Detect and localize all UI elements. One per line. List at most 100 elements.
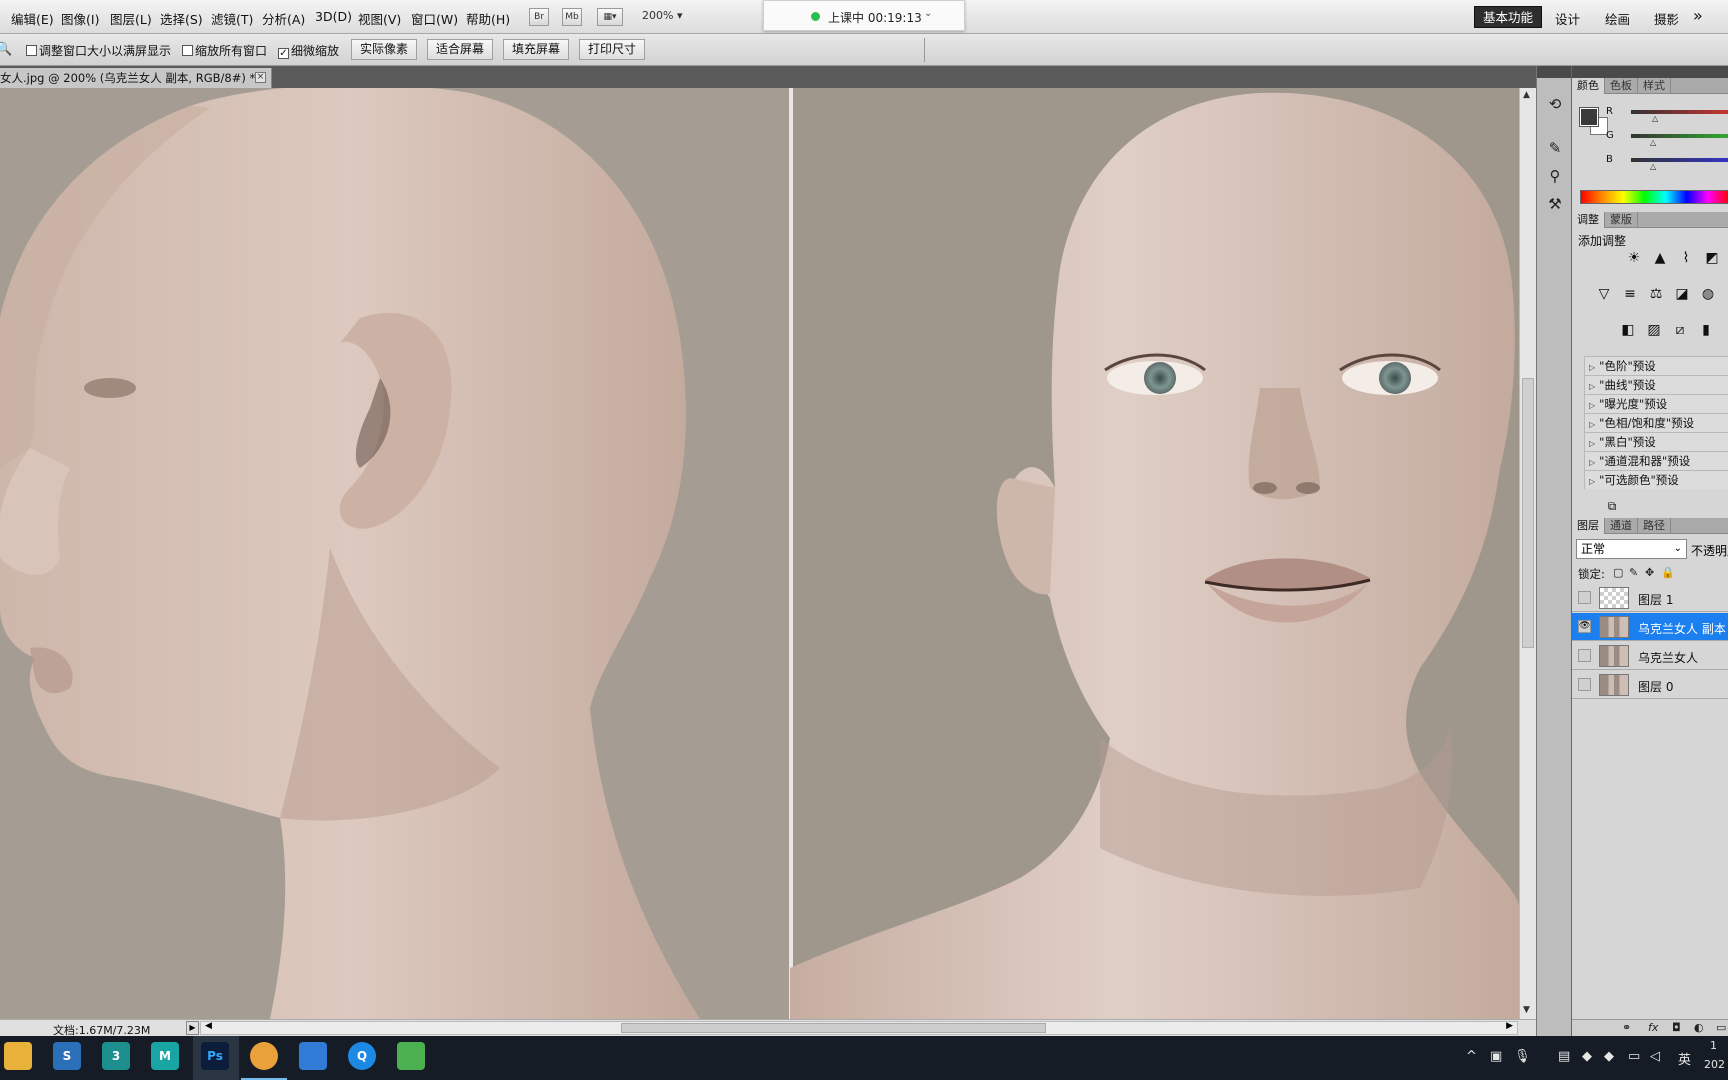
zoom-tool-icon[interactable]: 🔍 — [0, 42, 12, 57]
menu-image[interactable]: 图像(I) — [61, 9, 99, 28]
3ds-max-icon[interactable]: 3 — [102, 1042, 130, 1070]
scrubby-zoom-checkbox[interactable]: ✓ 细微缩放 — [278, 42, 339, 59]
link-layers-icon[interactable]: ⚭ — [1622, 1021, 1631, 1034]
tray-expand-icon[interactable]: ^ — [1466, 1049, 1477, 1064]
brightness-icon[interactable]: ☀ — [1624, 248, 1644, 268]
lock-position-icon[interactable]: ✥ — [1645, 566, 1654, 579]
workspace-design[interactable]: 设计 — [1555, 9, 1580, 28]
levels-icon[interactable]: ▲ — [1650, 248, 1670, 268]
history-icon[interactable]: ⟲ — [1545, 94, 1565, 114]
tray-app-icon[interactable]: ◆ — [1604, 1049, 1614, 1064]
green-slider[interactable] — [1631, 134, 1728, 138]
menu-help[interactable]: 帮助(H) — [466, 9, 510, 28]
resize-windows-checkbox[interactable]: 调整窗口大小以满屏显示 — [26, 42, 171, 59]
blue-slider[interactable] — [1631, 158, 1728, 162]
app-green-icon[interactable] — [397, 1042, 425, 1070]
workspace-photography[interactable]: 摄影 — [1654, 9, 1679, 28]
clip-to-layer-icon[interactable]: ⧉ — [1602, 496, 1622, 516]
tool-presets-icon[interactable]: ⚒ — [1545, 194, 1565, 214]
scrollbar-thumb[interactable] — [1522, 378, 1534, 648]
exposure-icon[interactable]: ◩ — [1702, 248, 1722, 268]
threshold-icon[interactable]: ⧄ — [1670, 320, 1690, 340]
actual-pixels-button[interactable]: 实际像素 — [351, 39, 417, 60]
workspace-essentials[interactable]: 基本功能 — [1474, 6, 1542, 28]
visibility-toggle[interactable] — [1578, 678, 1591, 691]
eye-icon[interactable]: 👁 — [1578, 620, 1591, 633]
preset-curves[interactable]: ▷ "曲线"预设 — [1584, 375, 1728, 394]
scroll-up-icon[interactable]: ▲ — [1523, 90, 1530, 100]
preset-levels[interactable]: ▷ "色阶"预设 — [1584, 356, 1728, 375]
scroll-right-icon[interactable]: ▶ — [1506, 1021, 1513, 1031]
fill-screen-button[interactable]: 填充屏幕 — [503, 39, 569, 60]
more-workspaces-icon[interactable]: » — [1693, 6, 1703, 25]
posterize-icon[interactable]: ▨ — [1644, 320, 1664, 340]
fit-screen-button[interactable]: 适合屏幕 — [427, 39, 493, 60]
tab-layers[interactable]: 图层 — [1572, 518, 1605, 534]
dock-collapse-bar[interactable] — [1537, 66, 1572, 78]
arrange-documents-icon[interactable]: ▦▾ — [597, 8, 623, 26]
red-slider[interactable] — [1631, 110, 1728, 114]
scroll-down-icon[interactable]: ▼ — [1523, 1005, 1530, 1015]
microphone-icon[interactable]: 🎙 — [1514, 1049, 1531, 1064]
blue-slider-thumb[interactable]: △ — [1650, 162, 1656, 171]
tab-styles[interactable]: 样式 — [1638, 78, 1671, 94]
new-group-icon[interactable]: ▭ — [1716, 1021, 1726, 1034]
color-balance-icon[interactable]: ⚖ — [1646, 284, 1666, 304]
workspace-painting[interactable]: 绘画 — [1605, 9, 1630, 28]
horizontal-scrollbar[interactable]: ◀ ▶ — [200, 1021, 1518, 1035]
curves-icon[interactable]: ⌇ — [1676, 248, 1696, 268]
lock-all-icon[interactable]: 🔒 — [1661, 566, 1675, 579]
lock-transparency-icon[interactable]: ▢ — [1613, 566, 1623, 579]
bridge-button[interactable]: Br — [529, 8, 549, 26]
horizontal-scrollbar-thumb[interactable] — [621, 1023, 1046, 1033]
layer-style-icon[interactable]: fx — [1648, 1021, 1658, 1034]
tab-swatches[interactable]: 色板 — [1605, 78, 1638, 94]
foreground-color-swatch[interactable] — [1579, 107, 1599, 127]
vertical-scrollbar[interactable]: ▲ ▼ — [1519, 88, 1536, 1019]
input-method-indicator[interactable]: 英 — [1678, 1049, 1691, 1068]
menu-select[interactable]: 选择(S) — [160, 9, 203, 28]
menu-view[interactable]: 视图(V) — [358, 9, 401, 28]
sketchbook-icon[interactable]: S — [53, 1042, 81, 1070]
preset-hue-saturation[interactable]: ▷ "色相/饱和度"预设 — [1584, 413, 1728, 432]
gradient-map-icon[interactable]: ▮ — [1696, 320, 1716, 340]
volume-icon[interactable]: ◁ — [1650, 1049, 1660, 1064]
menu-3d[interactable]: 3D(D) — [315, 9, 352, 24]
visibility-toggle[interactable] — [1578, 591, 1591, 604]
chrome-icon[interactable] — [250, 1042, 278, 1070]
photo-filter-icon[interactable]: ◍ — [1698, 284, 1718, 304]
document-tab[interactable]: 女人.jpg @ 200% (乌克兰女人 副本, RGB/8#) * × — [0, 68, 272, 88]
minibridge-button[interactable]: Mb — [562, 8, 582, 26]
brush-presets-icon[interactable]: ✎ — [1545, 138, 1565, 158]
tab-adjustments[interactable]: 调整 — [1572, 212, 1605, 228]
maya-icon[interactable]: M — [151, 1042, 179, 1070]
tab-masks[interactable]: 蒙版 — [1605, 212, 1638, 228]
preset-black-white[interactable]: ▷ "黑白"预设 — [1584, 432, 1728, 451]
app-blue-icon[interactable] — [299, 1042, 327, 1070]
vibrance-icon[interactable]: ▽ — [1594, 284, 1614, 304]
add-mask-icon[interactable]: ◘ — [1672, 1021, 1681, 1034]
photoshop-icon[interactable]: Ps — [201, 1042, 229, 1070]
preset-exposure[interactable]: ▷ "曝光度"预设 — [1584, 394, 1728, 413]
zoom-all-windows-checkbox[interactable]: 缩放所有窗口 — [182, 42, 267, 59]
preset-selective-color[interactable]: ▷ "可选颜色"预设 — [1584, 470, 1728, 489]
layer-row[interactable]: 乌克兰女人 — [1572, 642, 1728, 670]
clock-date[interactable]: 202 — [1704, 1058, 1725, 1071]
scroll-left-icon[interactable]: ◀ — [205, 1021, 212, 1031]
green-slider-thumb[interactable]: △ — [1650, 138, 1656, 147]
class-timer-badge[interactable]: 上课中 00:19:13 ⌄ — [763, 0, 965, 31]
tab-color[interactable]: 颜色 — [1572, 78, 1605, 94]
color-spectrum-bar[interactable] — [1580, 190, 1728, 204]
clone-source-icon[interactable]: ⚲ — [1545, 166, 1565, 186]
layer-row[interactable]: 图层 1 — [1572, 584, 1728, 612]
tray-app-icon[interactable]: ▣ — [1490, 1049, 1502, 1064]
blend-mode-select[interactable]: 正常 ⌄ — [1576, 539, 1687, 559]
menu-analysis[interactable]: 分析(A) — [262, 9, 305, 28]
visibility-toggle[interactable] — [1578, 649, 1591, 662]
menu-layer[interactable]: 图层(L) — [110, 9, 152, 28]
tab-paths[interactable]: 路径 — [1638, 518, 1671, 534]
hue-saturation-icon[interactable]: ≡ — [1620, 284, 1640, 304]
red-slider-thumb[interactable]: △ — [1652, 114, 1658, 123]
panel-collapse-bar[interactable] — [1572, 66, 1728, 78]
file-explorer-icon[interactable] — [4, 1042, 32, 1070]
